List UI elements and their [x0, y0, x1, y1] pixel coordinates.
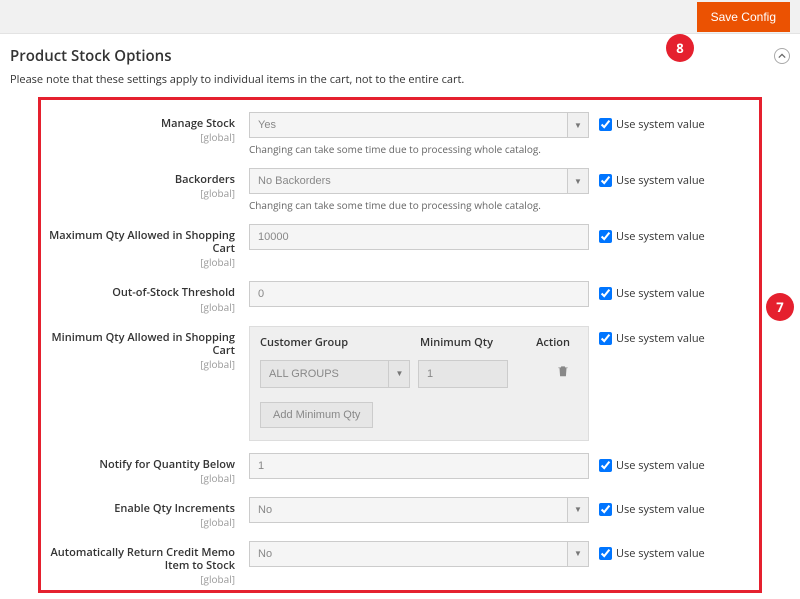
section-title: Product Stock Options	[10, 46, 172, 66]
use-system-label: Use system value	[616, 546, 705, 561]
use-system-label: Use system value	[616, 458, 705, 473]
col-header-min-qty: Minimum Qty	[420, 335, 520, 350]
scope-label: [global]	[49, 471, 235, 485]
hint-backorders: Changing can take some time due to proce…	[249, 198, 589, 212]
use-system-label: Use system value	[616, 286, 705, 301]
checkbox-use-system-backorders[interactable]	[599, 174, 612, 187]
scope-label: [global]	[49, 572, 235, 586]
use-system-label: Use system value	[616, 502, 705, 517]
chevron-down-icon: ▼	[567, 168, 589, 194]
checkbox-use-system-manage-stock[interactable]	[599, 118, 612, 131]
row-notify-qty: Notify for Quantity Below [global] Use s…	[49, 453, 751, 485]
chevron-down-icon: ▼	[567, 112, 589, 138]
scope-label: [global]	[49, 255, 235, 269]
checkbox-use-system-max-qty[interactable]	[599, 230, 612, 243]
select-enable-qty-inc[interactable]	[249, 497, 589, 523]
row-auto-return: Automatically Return Credit Memo Item to…	[49, 541, 751, 586]
input-min-qty-value[interactable]	[418, 360, 508, 388]
use-system-label: Use system value	[616, 229, 705, 244]
chevron-down-icon: ▼	[567, 541, 589, 567]
row-backorders: Backorders [global] ▼ Changing can take …	[49, 168, 751, 212]
collapse-icon[interactable]	[774, 48, 790, 64]
input-oos-threshold[interactable]	[249, 281, 589, 307]
row-min-qty: Minimum Qty Allowed in Shopping Cart [gl…	[49, 326, 751, 441]
chevron-down-icon: ▼	[567, 497, 589, 523]
scope-label: [global]	[49, 357, 235, 371]
section-note: Please note that these settings apply to…	[0, 72, 800, 97]
row-enable-qty-inc: Enable Qty Increments [global] ▼ Use sys…	[49, 497, 751, 529]
use-system-label: Use system value	[616, 331, 705, 346]
scope-label: [global]	[49, 130, 235, 144]
label-auto-return: Automatically Return Credit Memo Item to…	[49, 546, 235, 572]
label-backorders: Backorders	[49, 173, 235, 186]
row-manage-stock: Manage Stock [global] ▼ Changing can tak…	[49, 112, 751, 156]
col-header-action: Action	[520, 335, 578, 350]
select-manage-stock[interactable]	[249, 112, 589, 138]
form-area: Manage Stock [global] ▼ Changing can tak…	[38, 97, 762, 593]
checkbox-use-system-min-qty[interactable]	[599, 332, 612, 345]
label-manage-stock: Manage Stock	[49, 117, 235, 130]
checkbox-use-system-auto-return[interactable]	[599, 547, 612, 560]
scope-label: [global]	[49, 186, 235, 200]
select-auto-return[interactable]	[249, 541, 589, 567]
use-system-label: Use system value	[616, 173, 705, 188]
add-min-qty-button[interactable]: Add Minimum Qty	[260, 402, 373, 428]
chevron-down-icon: ▼	[388, 360, 410, 388]
min-qty-row: ▼	[250, 354, 588, 394]
use-system-label: Use system value	[616, 117, 705, 132]
trash-icon[interactable]	[516, 364, 578, 383]
save-config-button[interactable]: Save Config	[697, 2, 790, 32]
label-notify-qty: Notify for Quantity Below	[49, 458, 235, 471]
hint-manage-stock: Changing can take some time due to proce…	[249, 142, 589, 156]
input-notify-qty[interactable]	[249, 453, 589, 479]
annotation-badge-8: 8	[666, 34, 694, 62]
annotation-badge-7: 7	[766, 293, 794, 321]
scope-label: [global]	[49, 515, 235, 529]
input-max-qty[interactable]	[249, 224, 589, 250]
label-max-qty: Maximum Qty Allowed in Shopping Cart	[49, 229, 235, 255]
scope-label: [global]	[49, 300, 235, 314]
select-backorders[interactable]	[249, 168, 589, 194]
col-header-group: Customer Group	[260, 335, 420, 350]
label-oos-threshold: Out-of-Stock Threshold	[49, 286, 235, 299]
label-min-qty: Minimum Qty Allowed in Shopping Cart	[49, 331, 235, 357]
min-qty-table: Customer Group Minimum Qty Action ▼	[249, 326, 589, 441]
row-oos-threshold: Out-of-Stock Threshold [global] Use syst…	[49, 281, 751, 313]
row-max-qty: Maximum Qty Allowed in Shopping Cart [gl…	[49, 224, 751, 269]
checkbox-use-system-enable-qty-inc[interactable]	[599, 503, 612, 516]
checkbox-use-system-oos-threshold[interactable]	[599, 287, 612, 300]
checkbox-use-system-notify-qty[interactable]	[599, 459, 612, 472]
